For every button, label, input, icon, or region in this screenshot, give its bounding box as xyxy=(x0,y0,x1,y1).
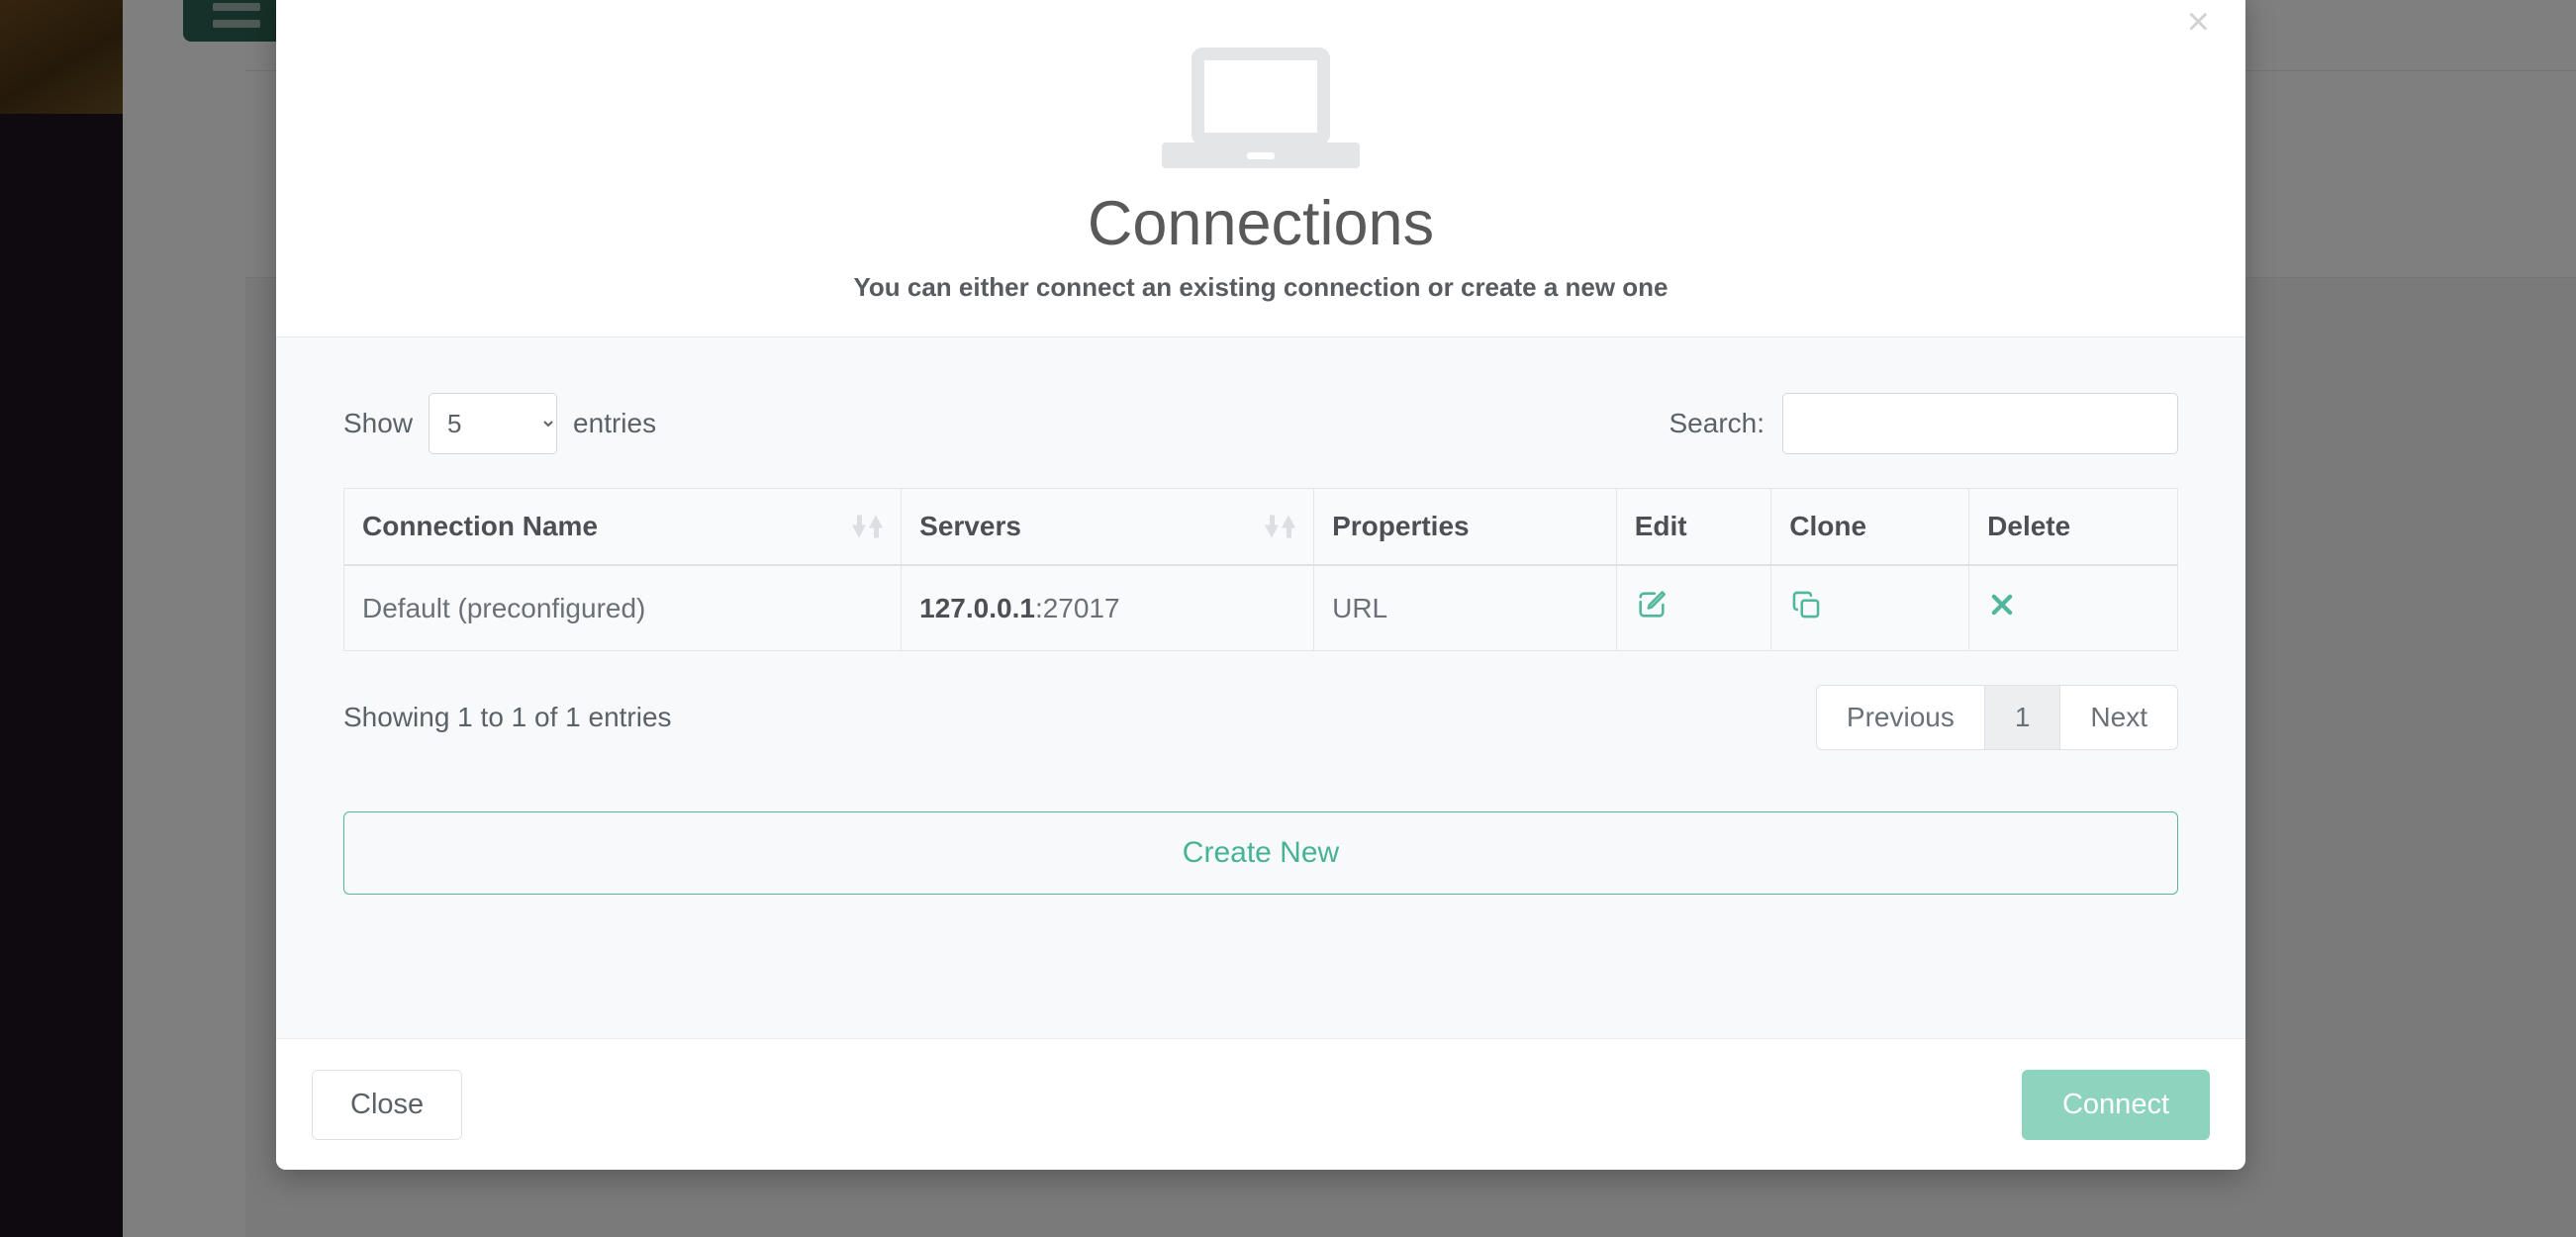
cell-properties: URL xyxy=(1313,564,1617,652)
pagination-page-1[interactable]: 1 xyxy=(1983,685,2061,751)
laptop-notch xyxy=(1247,152,1275,159)
column-label: Delete xyxy=(1987,511,2071,542)
column-label: Edit xyxy=(1634,511,1687,542)
search-control: Search: xyxy=(1669,393,2178,455)
server-port: :27017 xyxy=(1034,592,1120,623)
laptop-icon xyxy=(1162,48,1360,168)
datatable-footer: Showing 1 to 1 of 1 entries Previous 1 N… xyxy=(343,685,2178,751)
delete-cross-icon[interactable] xyxy=(1987,590,2017,619)
entries-length-control: Show 5 10 25 50 100 entries xyxy=(343,393,657,455)
server-host: 127.0.0.1 xyxy=(919,592,1035,623)
column-header-properties: Properties xyxy=(1313,488,1617,567)
cell-edit xyxy=(1615,564,1772,652)
pagination-next[interactable]: Next xyxy=(2059,685,2178,751)
column-header-edit: Edit xyxy=(1615,488,1772,567)
close-button[interactable]: Close xyxy=(312,1069,463,1140)
column-label: Clone xyxy=(1789,511,1867,542)
sort-arrows-icon xyxy=(852,515,884,538)
modal-header: Connections You can either connect an ex… xyxy=(276,0,2245,338)
column-header-clone: Clone xyxy=(1770,488,1970,567)
cell-clone xyxy=(1770,564,1970,652)
table-body: Default (preconfigured) 127.0.0.1:27017 … xyxy=(342,564,2178,652)
column-header-connection-name[interactable]: Connection Name xyxy=(342,488,903,567)
close-icon[interactable]: × xyxy=(2179,0,2218,46)
table-head: Connection Name Servers Properties Edit … xyxy=(342,488,2178,567)
entries-select[interactable]: 5 10 25 50 100 xyxy=(429,393,558,455)
connections-table: Connection Name Servers Properties Edit … xyxy=(342,488,2178,652)
search-input[interactable] xyxy=(1782,393,2178,455)
pagination: Previous 1 Next xyxy=(1815,685,2178,751)
table-header-row: Connection Name Servers Properties Edit … xyxy=(342,488,2178,567)
modal-subtitle: You can either connect an existing conne… xyxy=(853,272,1669,303)
modal-title: Connections xyxy=(1087,189,1435,258)
connections-modal: × Connections You can either connect an … xyxy=(276,0,2245,1170)
laptop-screen xyxy=(1192,48,1330,145)
column-label: Connection Name xyxy=(362,511,599,542)
create-new-button[interactable]: Create New xyxy=(343,811,2178,896)
copy-clone-icon[interactable] xyxy=(1789,588,1823,621)
page-root: Nosqlclient Home × Connections You can e… xyxy=(0,0,2576,1237)
column-label: Properties xyxy=(1332,511,1470,542)
modal-body: Show 5 10 25 50 100 entries Search: xyxy=(276,337,2245,1039)
column-header-delete: Delete xyxy=(1968,488,2178,567)
entries-info: Showing 1 to 1 of 1 entries xyxy=(343,702,672,733)
table-row[interactable]: Default (preconfigured) 127.0.0.1:27017 … xyxy=(342,564,2178,652)
datatable-controls: Show 5 10 25 50 100 entries Search: xyxy=(343,393,2178,455)
search-label: Search: xyxy=(1669,408,1765,439)
sort-arrows-icon xyxy=(1265,515,1296,538)
cell-servers: 127.0.0.1:27017 xyxy=(901,564,1315,652)
pagination-previous[interactable]: Previous xyxy=(1815,685,1985,751)
column-label: Servers xyxy=(919,511,1021,542)
laptop-base xyxy=(1162,143,1360,168)
edit-pencil-square-icon[interactable] xyxy=(1635,588,1669,621)
entries-label: entries xyxy=(573,408,657,439)
connect-button[interactable]: Connect xyxy=(2021,1069,2210,1140)
cell-delete xyxy=(1968,564,2178,652)
column-header-servers[interactable]: Servers xyxy=(901,488,1315,567)
modal-footer: Close Connect xyxy=(276,1039,2245,1170)
cell-connection-name: Default (preconfigured) xyxy=(342,564,903,652)
show-label: Show xyxy=(343,408,414,439)
